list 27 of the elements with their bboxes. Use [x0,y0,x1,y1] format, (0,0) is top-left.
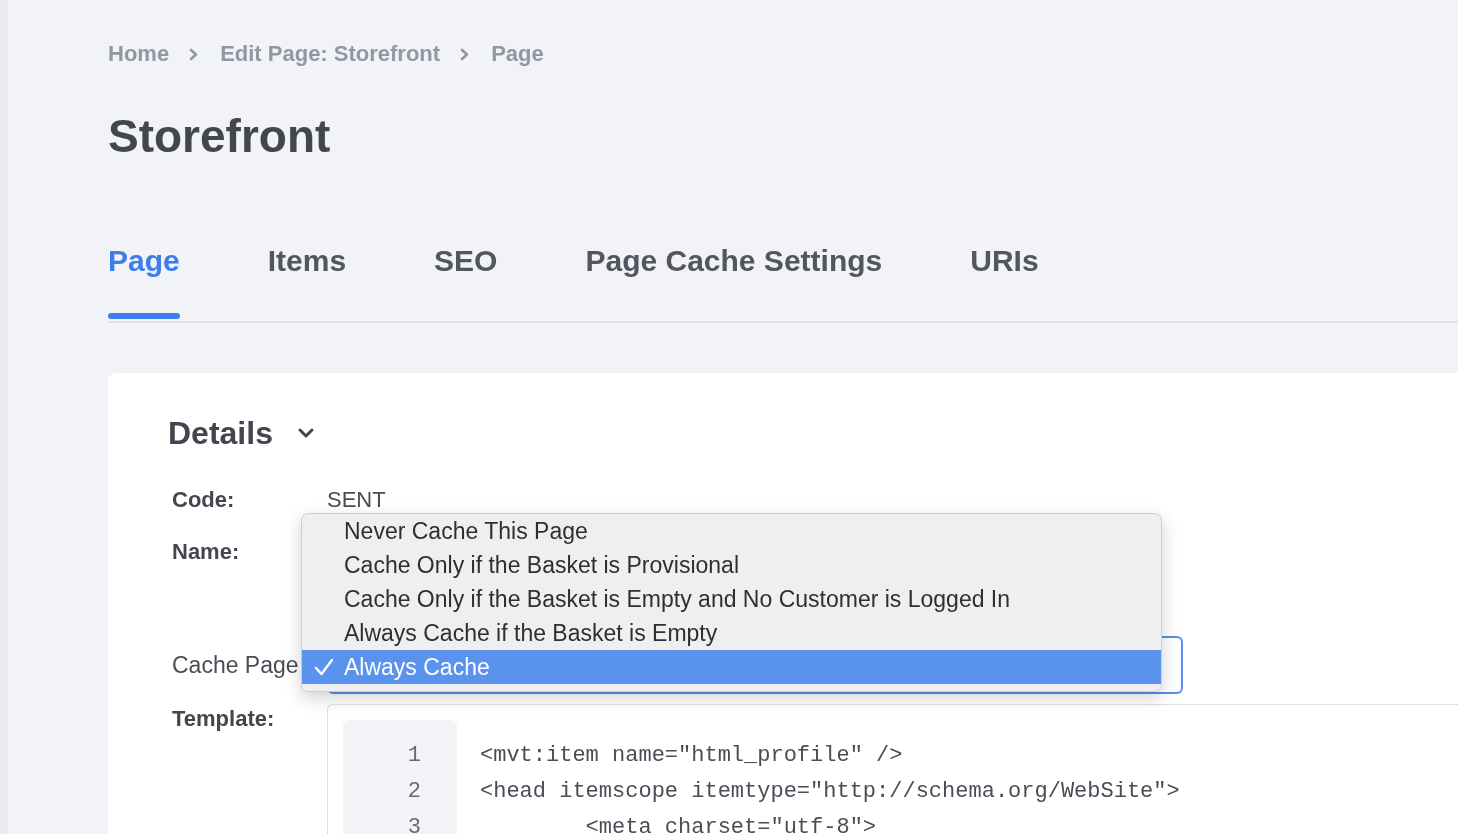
page-title: Storefront [108,109,332,164]
tab[interactable]: SEO [434,241,498,321]
tab[interactable]: Page Cache Settings [585,241,883,321]
line-number: 1 [407,742,421,770]
tab[interactable]: URIs [970,241,1039,321]
field-label: Code: [172,486,236,514]
dropdown-option[interactable]: Cache Only if the Basket is Provisional [302,548,1161,582]
chevron-down-icon[interactable] [296,427,315,439]
code-line: <mvt:item name="html_profile" /> [480,742,904,770]
line-number: 3 [407,814,421,834]
field-value: SENT [327,486,387,514]
field-label: Cache Page [172,651,299,680]
chevron-right-icon [460,47,470,61]
code-line: <head itemscope itemtype="http://schema.org/WebSite"> [480,778,1180,806]
code-editor[interactable]: 1 2 3 <mvt:item name="html_profile" /> <head itemscope itemtype="http://schema.org/WebSite"> <meta charset="utf-8"> [327,704,1458,834]
dropdown-option[interactable]: Cache Only if the Basket is Empty and No Customer is Logged In [302,582,1161,616]
line-number: 2 [407,778,421,806]
tab[interactable]: Page [108,241,180,321]
dropdown-option[interactable]: Always Cache if the Basket is Empty [302,616,1161,650]
field-label: Name: [172,538,241,566]
chevron-right-icon [189,47,199,61]
tab[interactable]: Items [267,241,347,321]
checkmark-icon [314,657,334,677]
dropdown-option[interactable]: Never Cache This Page [302,514,1161,548]
code-line: <meta charset="utf-8"> [584,814,878,834]
section-title: Details [168,414,273,452]
field-label: Template: [172,705,276,733]
